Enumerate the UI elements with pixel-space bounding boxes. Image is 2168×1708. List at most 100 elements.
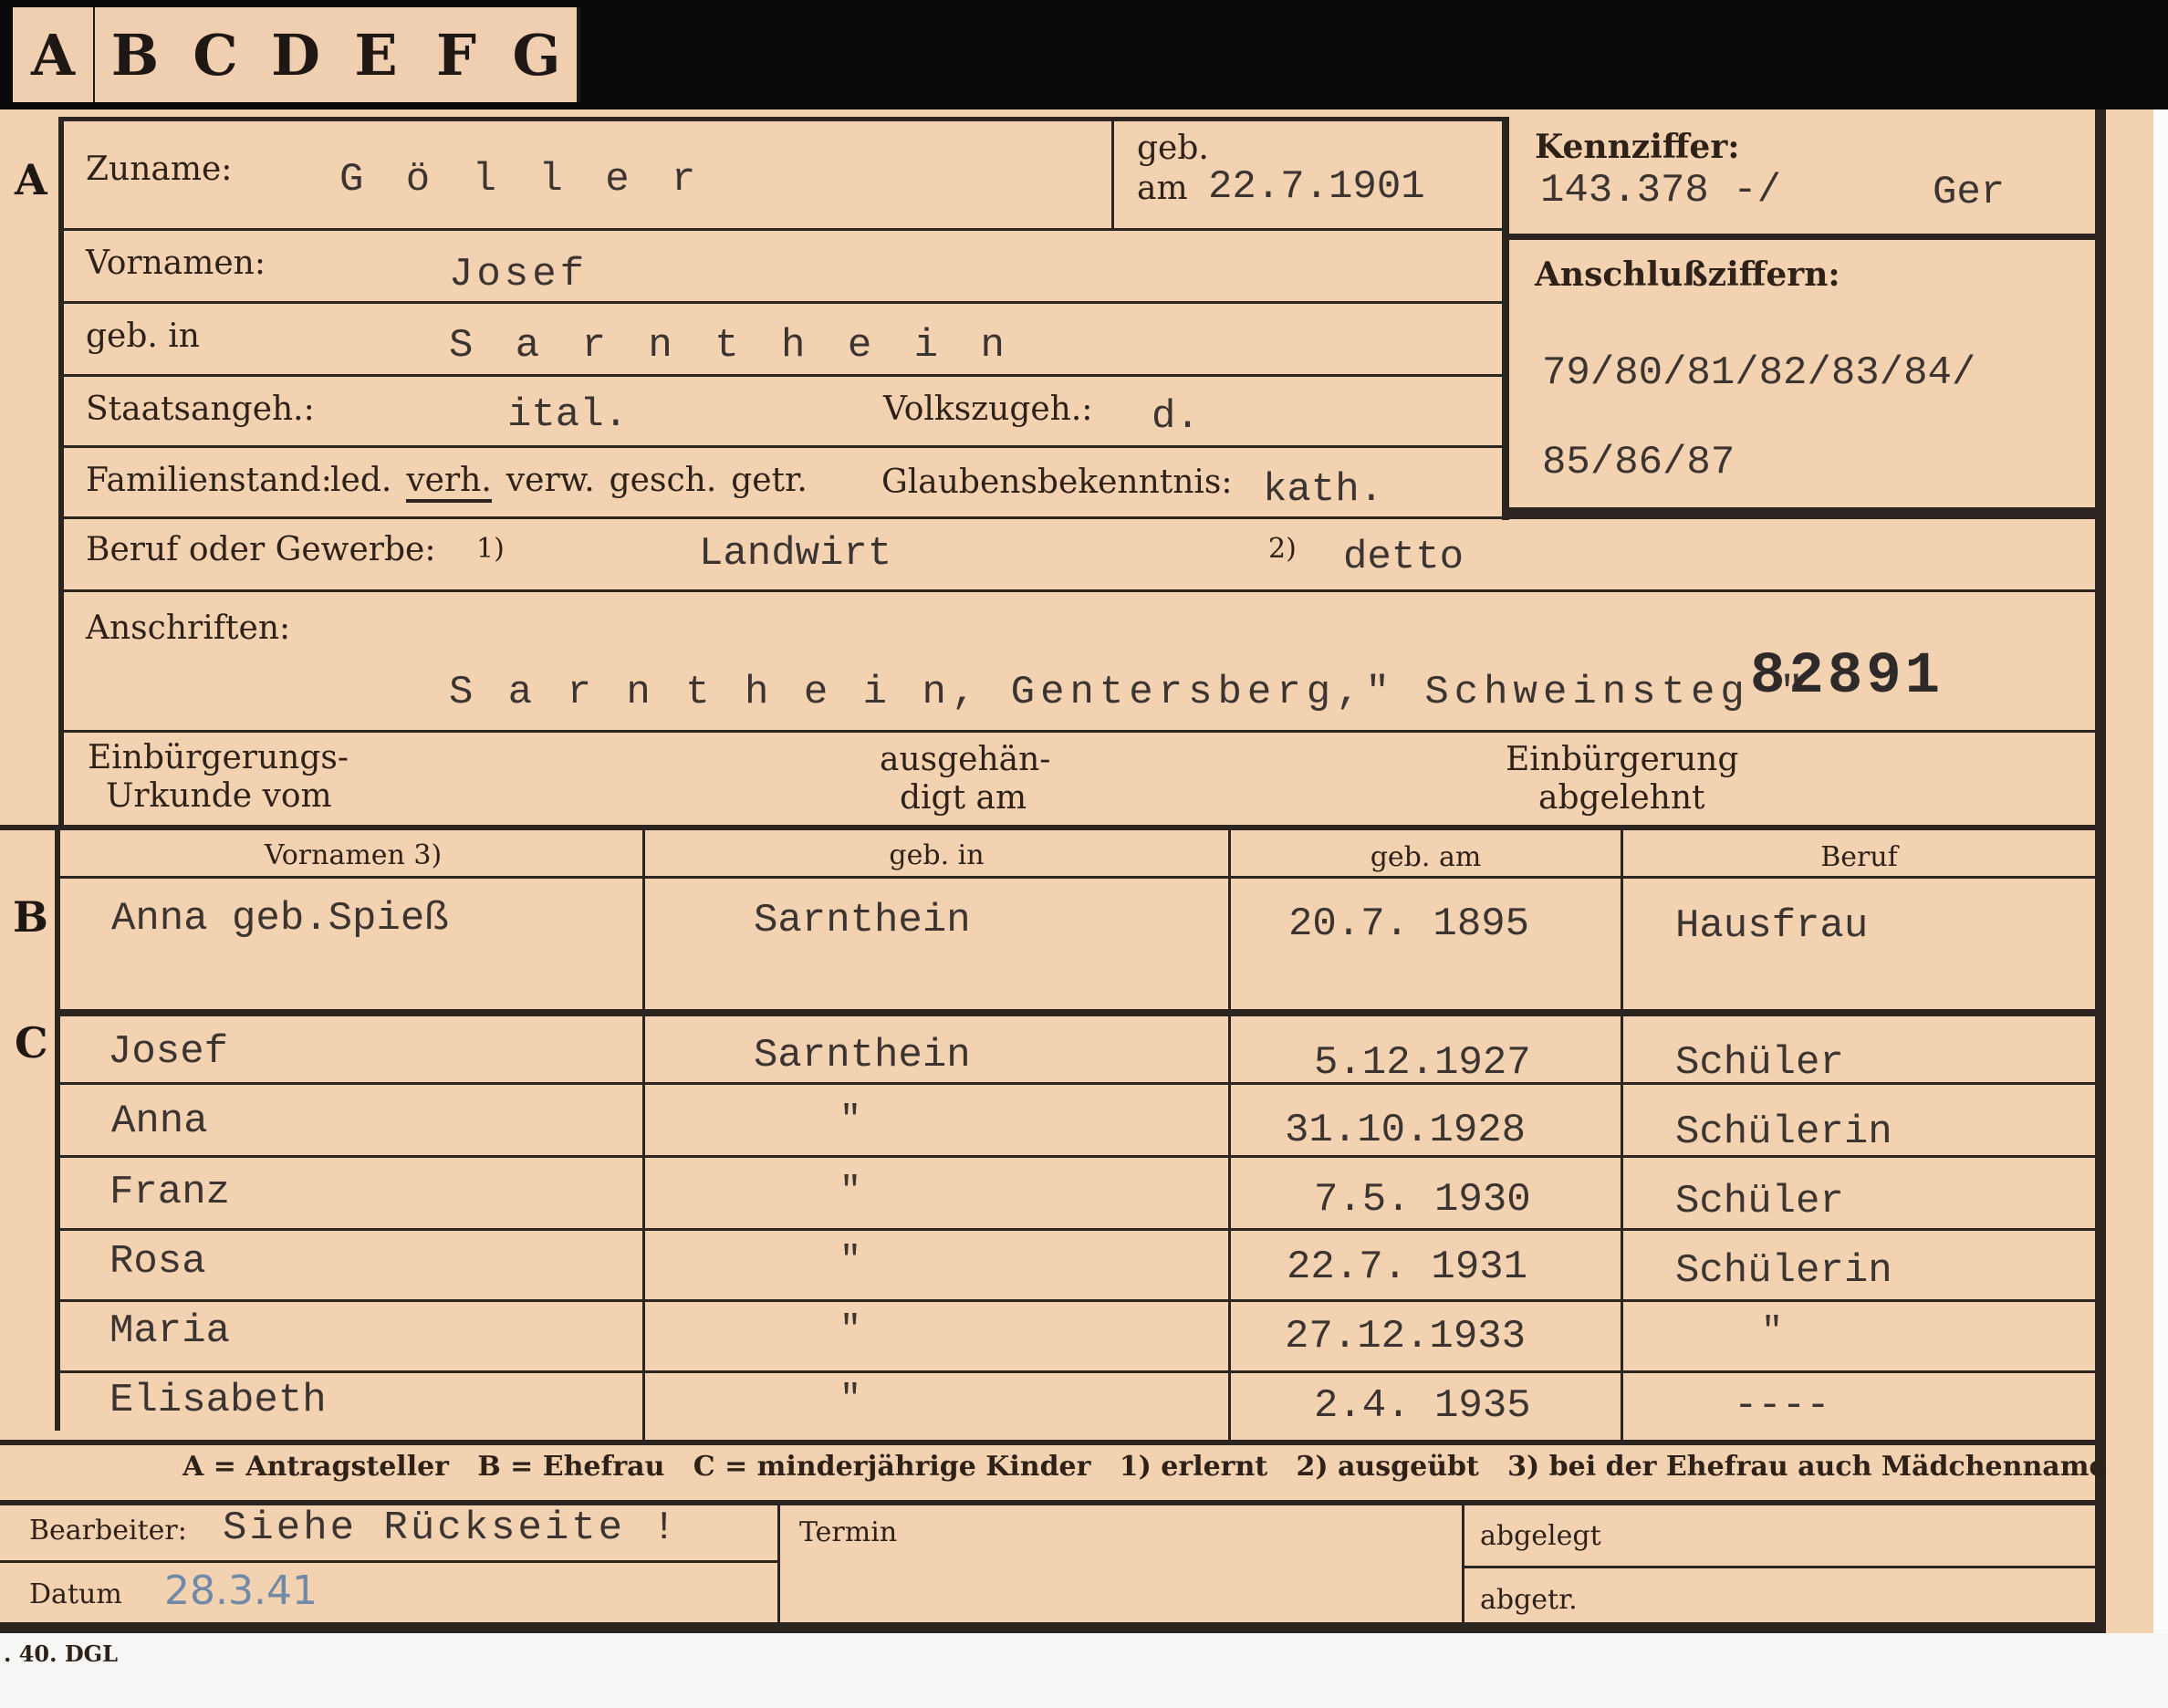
child-4-birthplace: " — [839, 1241, 862, 1282]
id-box-bottom — [1502, 507, 2095, 516]
naturalization-label-1: Einbürgerungs- — [88, 739, 349, 776]
date-label: Datum — [29, 1578, 122, 1610]
religion-label: Glaubensbekenntnis: — [881, 463, 1233, 501]
first-names-label: Vornamen: — [86, 245, 266, 282]
scan-margin — [2153, 109, 2168, 1708]
spouse-birth-date: 20.7. 1895 — [1288, 901, 1530, 947]
citizenship-label: Staatsangeh.: — [86, 391, 315, 428]
rejected-label-2: abgelehnt — [1538, 779, 1705, 817]
tab-b[interactable]: B — [95, 7, 179, 102]
surname-label: Zuname: — [86, 151, 233, 188]
child-3-birth-date: 7.5. 1930 — [1314, 1177, 1531, 1223]
marital-option-verh: verh. — [406, 462, 492, 503]
child-1-birth-date: 5.12.1927 — [1314, 1040, 1531, 1086]
child-rule-3 — [60, 1228, 2095, 1231]
tab-f[interactable]: F — [416, 7, 500, 102]
child-2-birth-date: 31.10.1928 — [1285, 1108, 1527, 1153]
stamp-number: 82891 — [1750, 644, 1944, 710]
section-c-rule — [60, 1009, 2095, 1016]
linked-label: Anschlußziffern: — [1535, 255, 1840, 294]
footer-col-2 — [1462, 1505, 1464, 1622]
id-box-mid — [1502, 234, 2095, 240]
birth-label-am: am — [1137, 170, 1188, 207]
ethnicity-label: Volkszugeh.: — [883, 391, 1093, 428]
birth-label-top: geb. — [1137, 130, 1209, 167]
tab-e[interactable]: E — [336, 7, 420, 102]
profession-label: Beruf oder Gewerbe: — [86, 531, 436, 568]
child-2-profession: Schülerin — [1675, 1109, 1892, 1155]
handed-label-1: ausgehän- — [880, 741, 1051, 778]
id-number: 143.378 -/ — [1540, 168, 1782, 214]
footer-left-rule — [0, 1560, 777, 1563]
tab-a[interactable]: A — [13, 7, 97, 102]
child-1-profession: Schüler — [1675, 1040, 1844, 1086]
birthplace-value: S a r n t h e i n — [449, 323, 1014, 369]
child-6-birthplace: " — [839, 1380, 862, 1421]
col-rule-1 — [642, 830, 645, 1440]
row-rule-5 — [64, 516, 2095, 519]
religion-value: kath. — [1263, 467, 1384, 513]
id-label: Kennziffer: — [1535, 128, 1740, 166]
marital-option-gesch: gesch. — [609, 462, 717, 499]
left-rule-bc — [55, 828, 60, 1431]
processor-label: Bearbeiter: — [29, 1515, 187, 1547]
linked-line-1: 79/80/81/82/83/84/ — [1542, 350, 1976, 396]
birth-date-value: 22.7.1901 — [1208, 164, 1425, 210]
child-3-name: Franz — [109, 1170, 231, 1215]
spouse-name: Anna geb.Spieß — [111, 896, 449, 942]
row-rule-7 — [64, 730, 2095, 733]
legend-top-rule — [0, 1440, 2095, 1445]
profession-practiced: detto — [1343, 535, 1464, 580]
right-frame — [2095, 109, 2106, 1651]
id-box-left — [1502, 117, 1509, 520]
child-rule-4 — [60, 1299, 2095, 1302]
child-5-profession: " — [1761, 1312, 1784, 1353]
section-c-letter: C — [15, 1018, 48, 1068]
table-header-rule — [60, 876, 2095, 879]
filed-label: abgelegt — [1480, 1520, 1601, 1552]
row-rule-4 — [64, 445, 1502, 448]
left-rule-a — [58, 117, 64, 827]
section-b-letter: B — [13, 892, 48, 942]
child-4-name: Rosa — [109, 1239, 206, 1285]
birthplace-label: geb. in — [86, 318, 200, 355]
birth-divider — [1111, 119, 1114, 228]
header-first-names: Vornamen 3) — [264, 839, 443, 871]
child-1-name: Josef — [108, 1029, 229, 1075]
print-mark: . 40. DGL — [4, 1640, 119, 1667]
tab-c[interactable]: C — [175, 7, 259, 102]
deadline-label: Termin — [799, 1516, 898, 1548]
row-rule-1 — [64, 228, 1502, 231]
child-4-birth-date: 22.7. 1931 — [1287, 1245, 1528, 1290]
marital-option-led: led. — [330, 462, 392, 499]
section-b-rule — [0, 825, 2095, 830]
row-rule-2 — [64, 301, 1502, 304]
child-5-birth-date: 27.12.1933 — [1285, 1314, 1527, 1359]
scan-bottom-margin — [0, 1633, 2168, 1708]
child-3-profession: Schüler — [1675, 1179, 1844, 1224]
child-4-profession: Schülerin — [1675, 1248, 1892, 1294]
child-5-name: Maria — [109, 1308, 231, 1354]
row-rule-top — [64, 117, 1502, 121]
citizenship-value: ital. — [507, 392, 629, 438]
tab-g[interactable]: G — [496, 7, 580, 102]
marital-option-getr: getr. — [731, 462, 808, 499]
tab-d[interactable]: D — [255, 7, 339, 102]
child-3-birthplace: " — [839, 1172, 862, 1213]
marital-label: Familienstand: — [86, 462, 332, 499]
profession-note-1: 1) — [476, 533, 505, 565]
profession-note-2: 2) — [1268, 533, 1297, 565]
marital-option-verw: verw. — [506, 462, 595, 499]
spouse-profession: Hausfrau — [1675, 903, 1869, 949]
filed2-label: abgetr. — [1480, 1584, 1578, 1616]
spouse-birthplace: Sarnthein — [754, 898, 971, 943]
legend-text: A = Antragsteller B = Ehefrau C = minder… — [182, 1451, 2107, 1483]
footer-right-rule — [1462, 1566, 2095, 1568]
first-names-value: Josef — [449, 252, 589, 297]
section-a-letter: A — [15, 155, 47, 204]
footer-bottom-frame — [0, 1622, 2106, 1633]
row-rule-6 — [64, 589, 2095, 592]
linked-line-2: 85/86/87 — [1542, 440, 1735, 485]
child-rule-5 — [60, 1370, 2095, 1373]
date-value: 28.3.41 — [164, 1567, 318, 1614]
